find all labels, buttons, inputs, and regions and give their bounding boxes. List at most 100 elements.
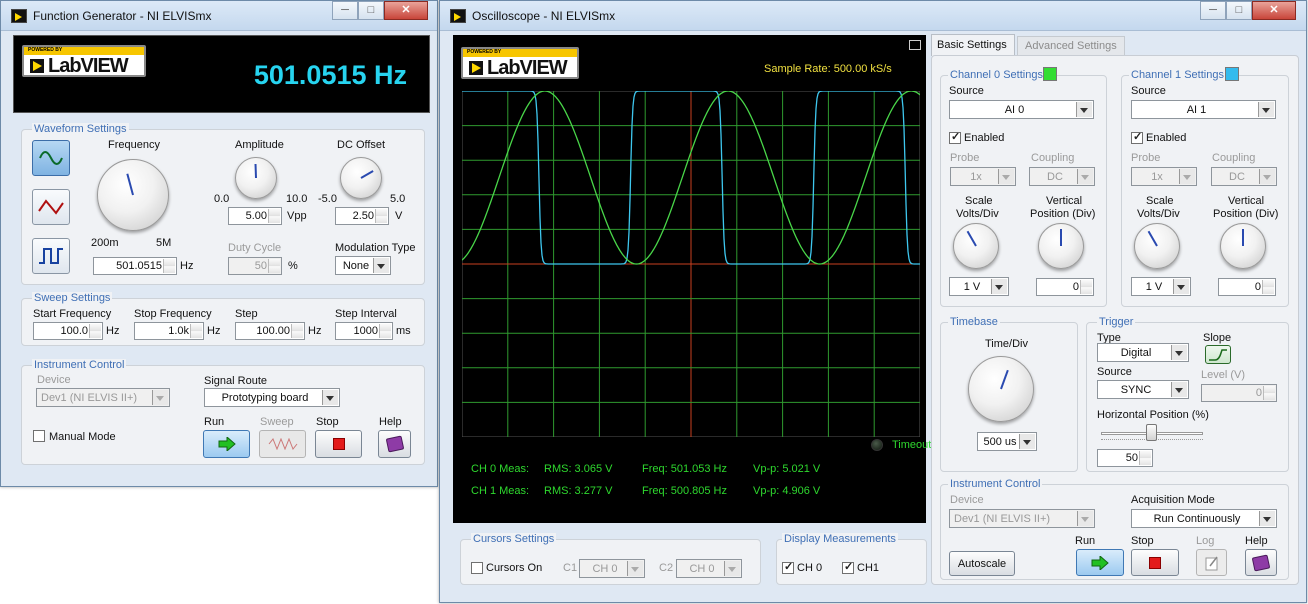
amplitude-input[interactable]: 5.00 [228, 207, 282, 225]
scope-panel: POWERED BY LabVIEW Sample Rate: 500.00 k… [453, 35, 931, 523]
timeout-label: Timeout [892, 439, 932, 451]
ch0-vertical-position-knob[interactable] [1038, 223, 1084, 269]
ch0-vertical-position-input[interactable]: 0 [1036, 278, 1094, 296]
sweep-wave-icon [268, 438, 297, 450]
close-icon[interactable]: ✕ [1252, 1, 1296, 20]
ch0-enabled-checkbox[interactable] [949, 130, 961, 144]
horizontal-position-slider[interactable] [1101, 424, 1203, 444]
sine-wave-icon [39, 151, 63, 165]
osc-title-bar[interactable]: Oscilloscope - NI ELVISmx ─ □ ✕ [440, 1, 1306, 31]
labview-logo: POWERED BY LabVIEW [461, 47, 579, 79]
help-book-icon [1251, 553, 1271, 572]
osc-window-title: Oscilloscope - NI ELVISmx [472, 9, 616, 23]
amplitude-label: Amplitude [235, 139, 284, 151]
osc-device-select[interactable]: Dev1 (NI ELVIS II+) [949, 509, 1095, 528]
autoscale-button[interactable]: Autoscale [949, 551, 1015, 576]
horizontal-position-input[interactable]: 50 [1097, 449, 1153, 467]
minimize-icon[interactable]: ─ [1200, 1, 1226, 20]
function-generator-window: Function Generator - NI ELVISmx ─ □ ✕ PO… [0, 0, 438, 487]
osc-stop-button[interactable] [1131, 549, 1179, 576]
ch1-enabled-checkbox[interactable] [1131, 130, 1143, 144]
ch1-probe-select[interactable]: 1x [1131, 167, 1197, 186]
ch1-vertical-position-input[interactable]: 0 [1218, 278, 1276, 296]
display-ch0-checkbox[interactable] [782, 560, 794, 574]
cursor-c1-select[interactable]: CH 0 [579, 559, 645, 578]
step-interval-input[interactable]: 1000 [335, 322, 393, 340]
triangle-wave-icon [38, 199, 64, 215]
sample-rate-label: Sample Rate: 500.00 kS/s [764, 63, 892, 75]
duty-cycle-input[interactable]: 50 [228, 257, 282, 275]
manual-mode-checkbox[interactable] [33, 430, 45, 442]
log-button[interactable] [1196, 549, 1227, 576]
dc-offset-knob[interactable] [340, 157, 382, 199]
amplitude-knob[interactable] [235, 157, 277, 199]
time-div-knob[interactable] [968, 356, 1034, 422]
rising-slope-icon [1209, 348, 1227, 361]
trigger-type-select[interactable]: Digital [1097, 343, 1189, 362]
maximize-icon[interactable]: □ [1226, 1, 1252, 20]
ch1-scale-knob[interactable] [1134, 223, 1180, 269]
modulation-type-select[interactable]: None [335, 256, 391, 275]
stop-square-icon [332, 438, 345, 450]
ch1-scale-select[interactable]: 1 V [1131, 277, 1191, 296]
fg-window-title: Function Generator - NI ELVISmx [33, 9, 212, 23]
scope-graph [462, 91, 920, 437]
close-icon[interactable]: ✕ [384, 1, 428, 20]
osc-help-button[interactable] [1245, 549, 1277, 576]
square-wave-button[interactable] [32, 238, 70, 274]
play-arrow-icon [1091, 555, 1109, 570]
frequency-readout: 501.0515 Hz [253, 60, 407, 90]
help-book-icon [385, 435, 404, 453]
step-input[interactable]: 100.00 [235, 322, 305, 340]
timeout-led-icon [871, 439, 883, 451]
ch0-coupling-select[interactable]: DC [1029, 167, 1095, 186]
signal-route-select[interactable]: Prototyping board [204, 388, 340, 407]
trigger-level-input[interactable]: 0 [1201, 384, 1277, 402]
dc-offset-input[interactable]: 2.50 [335, 207, 389, 225]
fg-device-select[interactable]: Dev1 (NI ELVIS II+) [36, 388, 170, 407]
expand-graph-icon[interactable] [909, 40, 921, 50]
acquisition-mode-select[interactable]: Run Continuously [1131, 509, 1277, 528]
labview-logo: POWERED BY LabVIEW [22, 45, 146, 77]
triangle-wave-button[interactable] [32, 189, 70, 225]
stop-square-icon [1149, 556, 1161, 569]
labview-app-icon [11, 9, 27, 23]
trigger-slope-button[interactable] [1205, 345, 1231, 364]
ch1-coupling-select[interactable]: DC [1211, 167, 1277, 186]
ch1-color-swatch[interactable] [1225, 67, 1239, 81]
slider-thumb[interactable] [1146, 424, 1157, 441]
labview-app-icon [450, 9, 466, 23]
ch0-scale-knob[interactable] [953, 223, 999, 269]
frequency-knob[interactable] [97, 159, 169, 231]
ch1-source-select[interactable]: AI 1 [1131, 100, 1276, 119]
cursor-c2-select[interactable]: CH 0 [676, 559, 742, 578]
start-frequency-input[interactable]: 100.0 [33, 322, 103, 340]
ch0-source-select[interactable]: AI 0 [949, 100, 1094, 119]
ch1-vertical-position-knob[interactable] [1220, 223, 1266, 269]
fg-header-display: POWERED BY LabVIEW 501.0515 Hz [13, 35, 430, 113]
square-wave-icon [39, 248, 63, 264]
osc-run-button[interactable] [1076, 549, 1124, 576]
time-div-select[interactable]: 500 us [977, 432, 1037, 451]
display-ch1-checkbox[interactable] [842, 560, 854, 574]
sine-wave-button[interactable] [32, 140, 70, 176]
fg-title-bar[interactable]: Function Generator - NI ELVISmx ─ □ ✕ [1, 1, 437, 31]
dc-offset-label: DC Offset [337, 139, 386, 151]
tab-advanced-settings[interactable]: Advanced Settings [1017, 36, 1125, 56]
cursors-on-checkbox[interactable] [471, 562, 483, 574]
maximize-icon[interactable]: □ [358, 1, 384, 20]
stop-frequency-input[interactable]: 1.0k [134, 322, 204, 340]
minimize-icon[interactable]: ─ [332, 1, 358, 20]
oscilloscope-window: Oscilloscope - NI ELVISmx ─ □ ✕ POWERED … [439, 0, 1307, 603]
tab-basic-settings[interactable]: Basic Settings [931, 34, 1015, 56]
sweep-button[interactable] [259, 430, 306, 458]
ch0-probe-select[interactable]: 1x [950, 167, 1016, 186]
trigger-source-select[interactable]: SYNC [1097, 380, 1189, 399]
fg-stop-button[interactable] [315, 430, 362, 458]
ch0-color-swatch[interactable] [1043, 67, 1057, 81]
ch0-scale-select[interactable]: 1 V [949, 277, 1009, 296]
fg-run-button[interactable] [203, 430, 250, 458]
fg-help-button[interactable] [378, 430, 411, 458]
play-arrow-icon [218, 437, 236, 451]
frequency-input[interactable]: 501.0515 [93, 257, 177, 275]
